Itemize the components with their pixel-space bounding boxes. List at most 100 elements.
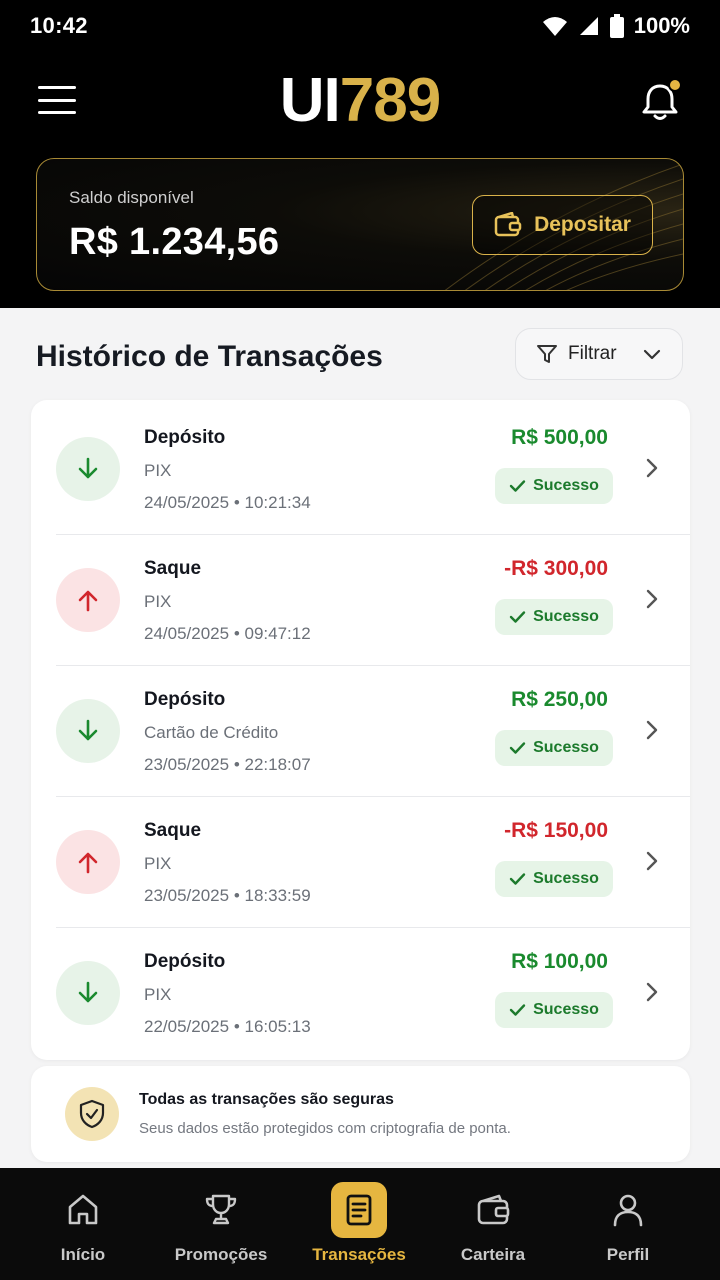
- status-badge: Sucesso: [495, 599, 613, 635]
- transaction-type: Depósito: [144, 427, 226, 448]
- status-label: Sucesso: [533, 739, 599, 756]
- transaction-method: PIX: [144, 854, 172, 873]
- separator-dot: •: [229, 624, 245, 643]
- transaction-amount: R$ 500,00: [511, 426, 608, 449]
- main-content: Histórico de Transações Filtrar Depósito…: [0, 308, 720, 1168]
- transaction-type: Saque: [144, 558, 202, 579]
- wallet-icon: [494, 212, 522, 237]
- status-label: Sucesso: [533, 870, 599, 887]
- transaction-datetime: 23/05/2025 • 18:33:59: [144, 886, 311, 906]
- chevron-right-icon: [646, 589, 658, 609]
- nav-label: Início: [60, 1245, 106, 1264]
- transaction-datetime: 24/05/2025 • 10:21:34: [144, 493, 311, 513]
- chevron-right-icon: [646, 851, 658, 871]
- app-header: 10:42 100% UI789 Saldo disponível R$ 1.2…: [0, 0, 720, 308]
- nav-item-perfil[interactable]: Perfil: [558, 1168, 698, 1280]
- balance-card: Saldo disponível R$ 1.234,56 Depositar: [36, 158, 684, 291]
- transaction-row[interactable]: Saque PIX 23/05/2025 • 18:33:59 -R$ 150,00 S…: [31, 796, 690, 927]
- transaction-date: 23/05/2025: [144, 755, 230, 774]
- transaction-row[interactable]: Saque PIX 24/05/2025 • 09:47:12 -R$ 300,00 S…: [31, 534, 690, 665]
- separator-dot: •: [229, 493, 245, 512]
- wallet-icon: [465, 1182, 521, 1238]
- transaction-time: 18:33:59: [244, 886, 311, 905]
- logo-text-white: UI: [279, 66, 341, 135]
- nav-item-inicio[interactable]: Início: [13, 1168, 153, 1280]
- status-badge: Sucesso: [495, 861, 613, 897]
- separator-dot: •: [229, 1017, 245, 1036]
- filter-icon: [537, 345, 557, 363]
- nav-label: Transações: [312, 1245, 406, 1264]
- check-icon: [509, 1004, 526, 1016]
- nav-label: Carteira: [460, 1245, 526, 1264]
- transaction-datetime: 23/05/2025 • 22:18:07: [144, 755, 311, 775]
- page-title: Histórico de Transações: [36, 340, 383, 373]
- status-icons: 100%: [542, 13, 690, 39]
- arrow-up-icon: [56, 830, 120, 894]
- check-icon: [509, 742, 526, 754]
- transaction-date: 24/05/2025: [144, 493, 230, 512]
- deposit-button[interactable]: Depositar: [472, 195, 653, 255]
- check-icon: [509, 611, 526, 623]
- transaction-date: 24/05/2025: [144, 624, 230, 643]
- status-label: Sucesso: [533, 1001, 599, 1018]
- bottom-navigation: Início Promoções Transações Carteira Perfil: [0, 1168, 720, 1280]
- document-icon: [331, 1182, 387, 1238]
- status-label: Sucesso: [533, 477, 599, 494]
- filter-label: Filtrar: [568, 343, 617, 364]
- transaction-method: Cartão de Crédito: [144, 723, 279, 742]
- security-notice: Todas as transações são seguras Seus dad…: [31, 1066, 690, 1162]
- status-label: Sucesso: [533, 608, 599, 625]
- app-logo: UI789: [0, 66, 720, 136]
- transaction-time: 10:21:34: [244, 493, 311, 512]
- transaction-method: PIX: [144, 985, 172, 1004]
- nav-label: Perfil: [606, 1245, 650, 1264]
- logo-text-gold: 789: [339, 66, 441, 135]
- balance-label: Saldo disponível: [69, 188, 194, 207]
- transaction-type: Saque: [144, 820, 202, 841]
- separator-dot: •: [229, 886, 245, 905]
- transaction-amount: R$ 250,00: [511, 688, 608, 711]
- wifi-icon: [542, 17, 567, 36]
- transaction-time: 22:18:07: [244, 755, 311, 774]
- nav-label: Promoções: [174, 1245, 268, 1264]
- trophy-icon: [193, 1182, 249, 1238]
- transaction-amount: R$ 100,00: [511, 950, 608, 973]
- check-icon: [509, 480, 526, 492]
- check-icon: [509, 873, 526, 885]
- nav-item-promocoes[interactable]: Promoções: [151, 1168, 291, 1280]
- deposit-button-label: Depositar: [534, 213, 631, 236]
- arrow-down-icon: [56, 699, 120, 763]
- signal-icon: [579, 17, 598, 35]
- chevron-right-icon: [646, 982, 658, 1002]
- transaction-amount: -R$ 150,00: [504, 819, 608, 842]
- chevron-right-icon: [646, 720, 658, 740]
- transaction-row[interactable]: Depósito Cartão de Crédito 23/05/2025 • 22…: [31, 665, 690, 796]
- transaction-row[interactable]: Depósito PIX 24/05/2025 • 10:21:34 R$ 500,0…: [31, 403, 690, 534]
- transaction-datetime: 22/05/2025 • 16:05:13: [144, 1017, 311, 1037]
- transaction-time: 16:05:13: [244, 1017, 311, 1036]
- security-description: Seus dados estão protegidos com criptogr…: [139, 1120, 511, 1137]
- transaction-method: PIX: [144, 592, 172, 611]
- status-badge: Sucesso: [495, 468, 613, 504]
- transaction-list: Depósito PIX 24/05/2025 • 10:21:34 R$ 500,0…: [31, 400, 690, 1060]
- transaction-amount: -R$ 300,00: [504, 557, 608, 580]
- arrow-down-icon: [56, 437, 120, 501]
- battery-icon: [609, 14, 624, 38]
- transaction-method: PIX: [144, 461, 172, 480]
- shield-icon: [65, 1087, 119, 1141]
- filter-button[interactable]: Filtrar: [515, 328, 683, 380]
- chevron-down-icon: [643, 349, 661, 360]
- nav-item-carteira[interactable]: Carteira: [423, 1168, 563, 1280]
- arrow-down-icon: [56, 961, 120, 1025]
- transaction-date: 22/05/2025: [144, 1017, 230, 1036]
- arrow-up-icon: [56, 568, 120, 632]
- security-title: Todas as transações são seguras: [139, 1091, 394, 1108]
- status-time: 10:42: [30, 13, 88, 38]
- nav-item-transacoes[interactable]: Transações: [289, 1168, 429, 1280]
- transaction-date: 23/05/2025: [144, 886, 230, 905]
- chevron-right-icon: [646, 458, 658, 478]
- status-badge: Sucesso: [495, 992, 613, 1028]
- notification-dot: [668, 78, 682, 92]
- transaction-row[interactable]: Depósito PIX 22/05/2025 • 16:05:13 R$ 100,0…: [31, 927, 690, 1058]
- status-bar: 10:42 100%: [0, 0, 720, 52]
